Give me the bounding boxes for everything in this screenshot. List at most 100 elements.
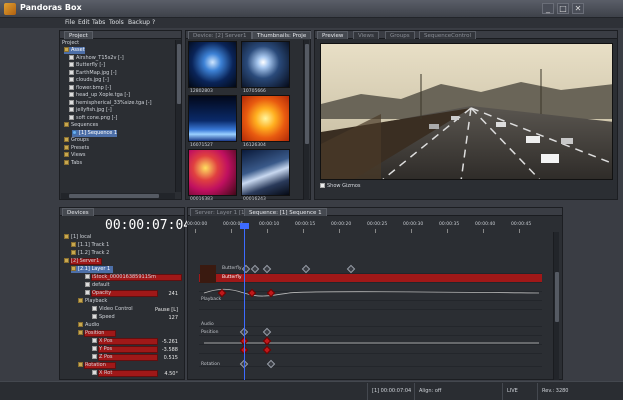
device-tree-item[interactable]: [1.2] Track 2	[71, 250, 109, 257]
menu-tools[interactable]: Tools	[109, 19, 124, 26]
tab-devices[interactable]: Devices	[62, 208, 94, 216]
thumbnails-scrollbar[interactable]	[303, 40, 309, 200]
track-row[interactable]	[199, 301, 542, 310]
device-tree-item[interactable]: Opacity	[85, 290, 111, 297]
track-row-active[interactable]	[199, 274, 542, 283]
device-tree-item[interactable]: default	[85, 282, 110, 289]
device-tree-item[interactable]: Y Pos	[92, 346, 112, 353]
close-button[interactable]: ✕	[572, 3, 584, 14]
playhead[interactable]	[244, 225, 245, 380]
tab-server-layer[interactable]: Server: Layer 1 [1]	[190, 208, 252, 216]
device-tree-item[interactable]: X Rot	[92, 370, 112, 377]
folder-icon	[64, 152, 69, 157]
tab-sequence-1[interactable]: Sequence: [1] Sequence 1	[244, 208, 327, 216]
tab-sequence-control[interactable]: SequenceControl	[419, 31, 477, 39]
tab-views[interactable]: Views	[353, 31, 379, 39]
ruler-tick-label: 00:00:45	[511, 222, 532, 227]
thumbnail-2[interactable]	[188, 95, 237, 142]
parameter-value[interactable]: 241	[130, 291, 178, 297]
project-tree-item[interactable]: Presets	[64, 144, 89, 152]
project-tree-item[interactable]: Sequences	[64, 122, 98, 129]
device-tree-item[interactable]: iStock_000016385911Sm	[85, 274, 156, 281]
thumbnail-0[interactable]	[188, 41, 237, 88]
device-tree-item[interactable]: Playback	[78, 298, 107, 305]
thumbnail-4[interactable]	[188, 149, 237, 196]
device-tree-item[interactable]: [1.1] Track 1	[71, 242, 109, 249]
project-tree-item[interactable]: [1] Sequence 1	[72, 129, 118, 137]
project-tree-item[interactable]: clouds.jpg [-]	[69, 77, 109, 84]
project-tree-item[interactable]: EarthMap.jpg [-]	[69, 69, 117, 77]
project-tree-item[interactable]: Butterfly [-]	[69, 62, 105, 69]
maximize-button[interactable]: □	[557, 3, 569, 14]
thumbnail-label: 00016383	[190, 197, 213, 202]
thumbnail-5[interactable]	[241, 149, 290, 196]
device-tree-label: Rotation	[85, 362, 106, 368]
thumbnails-scroll-thumb[interactable]	[305, 44, 309, 144]
status-align[interactable]: Align: off	[414, 383, 459, 400]
device-tree-item[interactable]: [2.1] Layer 1	[71, 266, 114, 273]
project-tree-item[interactable]: Tabs	[64, 159, 82, 167]
sequence-scrollbar[interactable]	[553, 232, 559, 380]
menu-file[interactable]: File	[65, 19, 75, 26]
ruler-tick	[303, 229, 304, 233]
tab-project[interactable]: Project	[64, 31, 93, 39]
project-tree-item[interactable]: head_up Xople.tga [-]	[69, 92, 130, 99]
minimize-button[interactable]: _	[542, 3, 554, 14]
parameter-value[interactable]: -5.261	[130, 339, 178, 345]
checkbox-icon[interactable]	[320, 183, 325, 188]
device-tree-item[interactable]: [2] Server1	[64, 258, 99, 265]
project-tree-item[interactable]: soft cone.png [-]	[69, 114, 117, 122]
project-tree-item[interactable]: hemispherical_33%size.tga [-]	[69, 99, 152, 107]
parameter-value[interactable]: -3.588	[130, 347, 178, 353]
menu-help[interactable]: ?	[152, 19, 155, 26]
track-row[interactable]	[199, 318, 542, 327]
device-tree-item[interactable]: Position	[78, 330, 104, 337]
tree-root-project[interactable]: Project	[62, 40, 79, 47]
device-tree-item[interactable]: Z Pos	[92, 354, 113, 361]
track-row[interactable]	[199, 327, 542, 336]
status-live: LIVE	[502, 383, 537, 400]
parameter-value[interactable]: 127	[130, 315, 178, 321]
preview-viewport[interactable]	[320, 43, 613, 180]
project-tree-item[interactable]: Views	[64, 152, 85, 159]
tab-thumbnails[interactable]: Thumbnails: Proje	[252, 31, 312, 39]
project-tree-item[interactable]: Groups	[64, 137, 89, 144]
project-tree-item[interactable]: jellyfish.jpg [-]	[69, 107, 112, 114]
timecode-display: 00:00:07:04	[105, 218, 192, 233]
sequence-scroll-thumb[interactable]	[555, 272, 559, 322]
device-tree-item[interactable]: Speed	[92, 314, 115, 321]
folder-icon	[78, 330, 83, 335]
folder-icon	[64, 122, 69, 127]
project-tree-item[interactable]: Asset	[64, 47, 85, 54]
tab-device-server1[interactable]: Device: [2] Server1	[188, 31, 252, 39]
tab-groups[interactable]: Groups	[385, 31, 415, 39]
parameter-value[interactable]: Pause [L]	[130, 307, 178, 313]
device-tree-label: Y Pos	[99, 346, 113, 352]
project-hscroll-thumb[interactable]	[69, 194, 159, 198]
device-tree-item[interactable]: Rotation	[78, 362, 106, 369]
menu-backup[interactable]: Backup	[128, 19, 150, 26]
menu-edit[interactable]: Edit	[78, 19, 90, 26]
menu-tabs[interactable]: Tabs	[92, 19, 105, 26]
parameter-value[interactable]: 4.50°	[130, 371, 178, 377]
device-tree-item[interactable]: [1] local	[64, 234, 91, 241]
device-tree-item[interactable]: X Pos	[92, 338, 113, 345]
tab-preview[interactable]: Preview	[317, 31, 349, 39]
parameter-icon	[92, 346, 97, 351]
device-tree-item[interactable]: Audio	[78, 322, 99, 329]
parameter-value[interactable]: 0.515	[130, 355, 178, 361]
status-bar: [1] 00:00:07:04 Align: off LIVE Rev.: 32…	[0, 381, 623, 400]
project-tree-item[interactable]: flower.bmp [-]	[69, 84, 111, 92]
project-scrollbar[interactable]	[175, 40, 181, 192]
project-scroll-thumb[interactable]	[177, 44, 181, 104]
playhead-handle[interactable]	[240, 223, 249, 229]
project-tree-item[interactable]: Airshow_T15s2v [-]	[69, 54, 124, 62]
device-tree-item[interactable]: Video Control	[92, 306, 133, 313]
thumbnail-1[interactable]	[241, 41, 290, 88]
track-row[interactable]	[199, 358, 542, 367]
show-gizmos-toggle[interactable]: Show Gizmos	[320, 183, 361, 189]
ruler-tick-label: 00:00:40	[475, 222, 496, 227]
project-panel: Project Project Asset Airshow_T15s2v [-] Bu…	[59, 30, 182, 200]
thumbnail-3[interactable]	[241, 95, 290, 142]
project-hscrollbar[interactable]	[61, 193, 175, 199]
